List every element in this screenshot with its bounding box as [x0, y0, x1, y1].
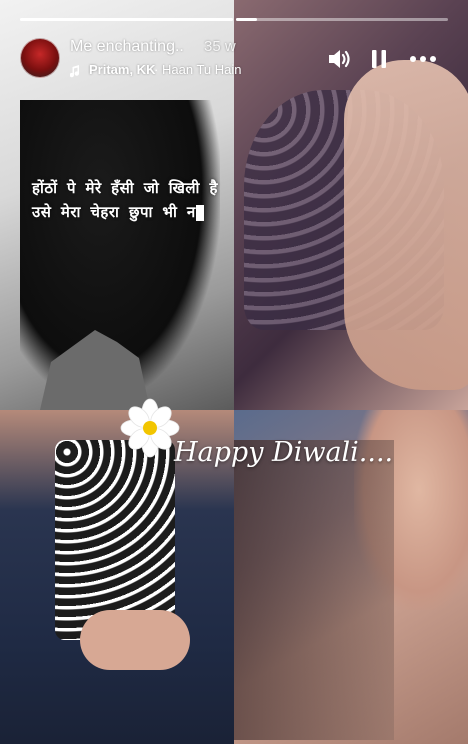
lyrics-line-1: होंठों पे मेरे हँसी जो खिली है	[32, 179, 218, 197]
music-note-icon	[70, 65, 80, 78]
time-ago: 35 w	[204, 38, 236, 55]
arm	[344, 60, 468, 390]
flower-sticker-icon	[120, 398, 180, 458]
account-title[interactable]: Me enchanting..	[70, 38, 184, 56]
pause-icon[interactable]	[366, 46, 392, 72]
music-artist[interactable]: Pritam, KK	[89, 62, 155, 77]
hair-strands	[234, 440, 394, 740]
text-cursor	[195, 204, 204, 221]
music-song[interactable]: Haan Tu Hain	[162, 62, 242, 77]
lyrics-line-2: उसे मेरा चेहरा छुपा भी न	[32, 203, 196, 221]
hand	[80, 610, 190, 670]
lyrics-overlay: होंठों पे मेरे हँसी जो खिली है उसे मेरा …	[32, 176, 252, 224]
avatar[interactable]	[20, 38, 60, 78]
progress-segment-2	[236, 18, 448, 21]
progress-segment-1	[20, 18, 233, 21]
story-header: Me enchanting.. 35 w Pritam, KK · Haan T…	[0, 32, 468, 84]
more-icon[interactable]	[408, 46, 438, 72]
story-viewer[interactable]: Me enchanting.. 35 w Pritam, KK · Haan T…	[0, 0, 468, 744]
speaker-icon[interactable]	[326, 46, 352, 72]
greeting-text: Happy Diwali....	[174, 437, 394, 468]
progress-fill-2	[236, 18, 258, 21]
progress-fill-1	[20, 18, 233, 21]
music-separator: ·	[154, 62, 159, 77]
